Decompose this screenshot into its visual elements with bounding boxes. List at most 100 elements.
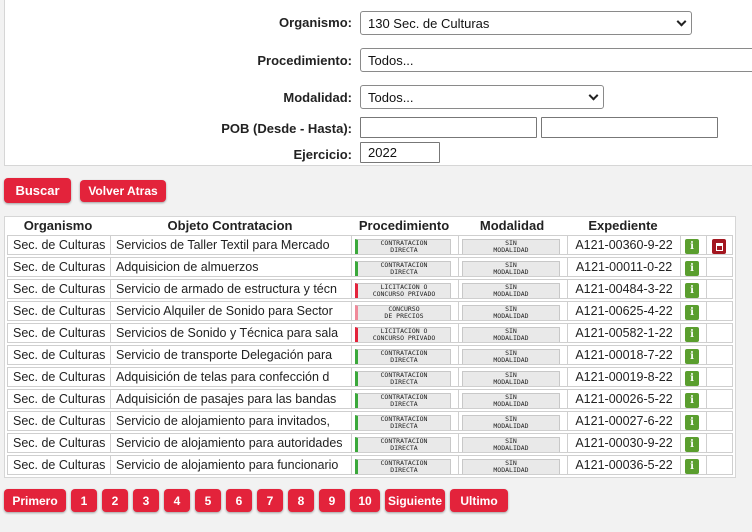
procedimiento-cell: CONTRATACION DIRECTA <box>351 411 459 431</box>
info-icon[interactable]: i <box>685 261 699 276</box>
objeto-cell: Servicio Alquiler de Sonido para Sector <box>110 301 352 321</box>
procedimiento-badge: CONTRATACION DIRECTA <box>355 261 451 276</box>
objeto-cell: Servicio de alojamiento para autoridades <box>110 433 352 453</box>
col-header-modalidad: Modalidad <box>479 218 545 233</box>
objeto-cell: Servicios de Taller Textil para Mercado <box>110 235 352 255</box>
pob-desde-input[interactable] <box>360 117 537 138</box>
procedimiento-badge: CONTRATACION DIRECTA <box>355 239 451 254</box>
procedimiento-cell: CONTRATACION DIRECTA <box>351 455 459 475</box>
procedimiento-cell: CONTRATACION DIRECTA <box>351 345 459 365</box>
page-button-10[interactable]: 10 <box>350 489 380 512</box>
organismo-select[interactable]: 130 Sec. de Culturas <box>360 11 692 35</box>
modalidad-cell: SIN MODALIDAD <box>458 389 568 409</box>
col-header-procedimiento: Procedimiento <box>358 218 450 233</box>
modalidad-cell: SIN MODALIDAD <box>458 235 568 255</box>
table-row: Sec. de Culturas Servicio de transporte D… <box>5 344 735 366</box>
info-icon[interactable]: i <box>685 305 699 320</box>
objeto-cell: Adquisicion de almuerzos <box>110 257 352 277</box>
info-icon[interactable]: i <box>685 393 699 408</box>
procedimiento-badge: CONCURSO DE PRECIOS <box>355 305 451 320</box>
buscar-button[interactable]: Buscar <box>4 178 71 203</box>
objeto-cell: Servicio de transporte Delegación para <box>110 345 352 365</box>
info-icon[interactable]: i <box>685 459 699 474</box>
organismo-cell: Sec. de Culturas <box>7 345 111 365</box>
procedimiento-line2: CONCURSO PRIVADO <box>372 290 436 298</box>
clipboard-cell <box>706 455 733 475</box>
modalidad-line2: MODALIDAD <box>493 400 529 408</box>
pob-label: POB (Desde - Hasta): <box>221 121 352 136</box>
procedimiento-line2: DIRECTA <box>390 246 418 254</box>
page-button-siguiente[interactable]: Siguiente <box>385 489 445 512</box>
organismo-cell: Sec. de Culturas <box>7 411 111 431</box>
modalidad-line2: MODALIDAD <box>493 246 529 254</box>
procedimiento-cell: CONTRATACION DIRECTA <box>351 433 459 453</box>
organismo-label: Organismo: <box>279 15 352 30</box>
procedimiento-badge: LICITACION O CONCURSO PRIVADO <box>355 327 451 342</box>
procedimiento-select[interactable]: Todos... <box>360 48 752 72</box>
info-icon[interactable]: i <box>685 437 699 452</box>
expediente-cell: A121-00026-5-22 <box>567 389 681 409</box>
procedimiento-cell: LICITACION O CONCURSO PRIVADO <box>351 323 459 343</box>
page-button-ultimo[interactable]: Ultimo <box>450 489 508 512</box>
volver-atras-button[interactable]: Volver Atras <box>80 180 166 202</box>
page-button-9[interactable]: 9 <box>319 489 345 512</box>
organismo-cell: Sec. de Culturas <box>7 235 111 255</box>
page-button-1[interactable]: 1 <box>71 489 97 512</box>
organismo-cell: Sec. de Culturas <box>7 279 111 299</box>
modalidad-line2: MODALIDAD <box>493 422 529 430</box>
page-button-primero[interactable]: Primero <box>4 489 66 512</box>
pob-hasta-input[interactable] <box>541 117 718 138</box>
procedimiento-label: Procedimiento: <box>257 53 352 68</box>
page-button-4[interactable]: 4 <box>164 489 190 512</box>
info-icon[interactable]: i <box>685 371 699 386</box>
modalidad-cell: SIN MODALIDAD <box>458 433 568 453</box>
clipboard-cell <box>706 235 733 255</box>
modalidad-cell: SIN MODALIDAD <box>458 411 568 431</box>
procedimiento-line2: DIRECTA <box>390 400 418 408</box>
page-button-3[interactable]: 3 <box>133 489 159 512</box>
ejercicio-input[interactable]: 2022 <box>360 142 440 163</box>
organismo-cell: Sec. de Culturas <box>7 257 111 277</box>
expediente-cell: A121-00027-6-22 <box>567 411 681 431</box>
info-icon[interactable]: i <box>685 327 699 342</box>
clipboard-icon[interactable] <box>712 239 726 254</box>
chevron-down-icon <box>588 90 599 101</box>
organismo-value: 130 Sec. de Culturas <box>368 15 490 31</box>
info-icon[interactable]: i <box>685 239 699 254</box>
page-button-7[interactable]: 7 <box>257 489 283 512</box>
objeto-cell: Servicios de Sonido y Técnica para sala <box>110 323 352 343</box>
expediente-cell: A121-00625-4-22 <box>567 301 681 321</box>
modalidad-cell: SIN MODALIDAD <box>458 301 568 321</box>
objeto-cell: Servicio de armado de estructura y técn <box>110 279 352 299</box>
col-header-expediente: Expediente <box>588 218 658 233</box>
table-row: Sec. de Culturas Servicio de alojamiento … <box>5 410 735 432</box>
ejercicio-label: Ejercicio: <box>293 147 352 162</box>
table-row: Sec. de Culturas Servicio de alojamiento … <box>5 454 735 476</box>
info-icon[interactable]: i <box>685 283 699 298</box>
page-button-6[interactable]: 6 <box>226 489 252 512</box>
modalidad-select[interactable]: Todos... <box>360 85 604 109</box>
procedimiento-cell: LICITACION O CONCURSO PRIVADO <box>351 279 459 299</box>
procedimiento-value: Todos... <box>368 52 414 68</box>
modalidad-badge: SIN MODALIDAD <box>462 437 560 452</box>
info-cell: i <box>680 367 707 387</box>
objeto-cell: Adquisición de pasajes para las bandas <box>110 389 352 409</box>
expediente-cell: A121-00019-8-22 <box>567 367 681 387</box>
col-header-organismo: Organismo <box>23 218 93 233</box>
procedimiento-line2: DIRECTA <box>390 378 418 386</box>
procedimiento-cell: CONTRATACION DIRECTA <box>351 367 459 387</box>
page-button-5[interactable]: 5 <box>195 489 221 512</box>
page-button-2[interactable]: 2 <box>102 489 128 512</box>
modalidad-cell: SIN MODALIDAD <box>458 323 568 343</box>
page-button-8[interactable]: 8 <box>288 489 314 512</box>
col-header-objeto: Objeto Contratacion <box>167 218 293 233</box>
clipboard-cell <box>706 279 733 299</box>
expediente-cell: A121-00018-7-22 <box>567 345 681 365</box>
table-row: Sec. de Culturas Servicio de armado de es… <box>5 278 735 300</box>
info-icon[interactable]: i <box>685 415 699 430</box>
modalidad-line2: MODALIDAD <box>493 444 529 452</box>
info-icon[interactable]: i <box>685 349 699 364</box>
procedimiento-line2: DIRECTA <box>390 422 418 430</box>
modalidad-badge: SIN MODALIDAD <box>462 371 560 386</box>
table-row: Sec. de Culturas Adquisición de pasajes p… <box>5 388 735 410</box>
